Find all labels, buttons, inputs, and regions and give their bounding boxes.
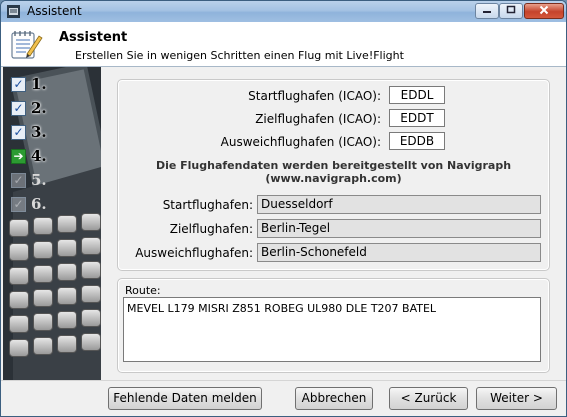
checkbox-checked-icon: ✓ [11, 125, 26, 140]
alternate-icao-label: Ausweichflughafen (ICAO): [220, 135, 381, 149]
departure-icao-label: Startflughafen (ICAO): [248, 89, 381, 103]
checkbox-checked-icon: ✓ [11, 77, 26, 92]
step-3: ✓ 3. [11, 123, 101, 143]
current-step-arrow-icon: ➔ [11, 149, 26, 164]
minimize-button[interactable] [475, 3, 499, 19]
cancel-button[interactable]: Abbrechen [295, 387, 373, 410]
close-button[interactable] [524, 3, 564, 19]
step-number: 1. [31, 75, 47, 93]
departure-icao-field[interactable]: EDDL [389, 86, 445, 104]
alternate-icao-field[interactable]: EDDB [389, 132, 445, 150]
destination-icao-field[interactable]: EDDT [389, 109, 445, 127]
destination-name-field: Berlin-Tegel [257, 219, 541, 238]
next-button[interactable]: Weiter > [476, 387, 557, 410]
step-5: ✓ 5. [11, 171, 101, 191]
report-missing-data-button[interactable]: Fehlende Daten melden [108, 387, 262, 410]
maximize-button[interactable] [499, 3, 523, 19]
window-title: Assistent [27, 4, 82, 18]
step-1: ✓ 1. [11, 75, 101, 95]
footer-divider [1, 380, 566, 381]
destination-name-label: Zielflughafen: [169, 222, 253, 236]
step-2: ✓ 2. [11, 99, 101, 119]
wizard-header: Assistent Erstellen Sie in wenigen Schri… [1, 22, 566, 67]
alternate-name-field: Berlin-Schonefeld [257, 243, 541, 262]
maximize-icon [506, 5, 516, 14]
header-title: Assistent [59, 30, 128, 45]
departure-name-label: Startflughafen: [162, 198, 253, 212]
header-subtitle: Erstellen Sie in wenigen Schritten einen… [75, 49, 404, 62]
departure-name-field: Duesseldorf [257, 195, 541, 214]
assistant-window: Assistent Assistent Erstellen Sie in wen… [0, 0, 567, 417]
route-textarea[interactable]: MEVEL L179 MISRI Z851 ROBEG UL980 DLE T2… [123, 297, 541, 362]
back-button[interactable]: < Zurück [389, 387, 468, 410]
close-icon [539, 5, 549, 15]
steps-sidebar: ✓ 1. ✓ 2. ✓ 3. ➔ 4. ✓ 5. ✓ 6. [3, 67, 101, 380]
checkbox-pending-icon: ✓ [11, 197, 26, 212]
navigraph-note: Die Flughafendaten werden bereitgestellt… [155, 159, 512, 172]
step-number: 5. [31, 171, 47, 189]
destination-icao-label: Zielflughafen (ICAO): [255, 112, 381, 126]
step-6: ✓ 6. [11, 195, 101, 215]
step-number: 6. [31, 195, 47, 213]
step-number: 2. [31, 99, 47, 117]
navigraph-url: (www.navigraph.com) [265, 172, 402, 185]
checkbox-pending-icon: ✓ [11, 173, 26, 188]
checkbox-checked-icon: ✓ [11, 101, 26, 116]
alternate-name-label: Ausweichflughafen: [135, 246, 253, 260]
step-number: 3. [31, 123, 47, 141]
title-bar[interactable]: Assistent [1, 1, 566, 23]
app-icon [7, 5, 20, 18]
route-label: Route: [125, 284, 161, 297]
minimize-icon [483, 11, 491, 13]
step-4: ➔ 4. [11, 147, 101, 167]
notepad-pen-icon [11, 31, 43, 59]
step-number: 4. [31, 147, 47, 165]
